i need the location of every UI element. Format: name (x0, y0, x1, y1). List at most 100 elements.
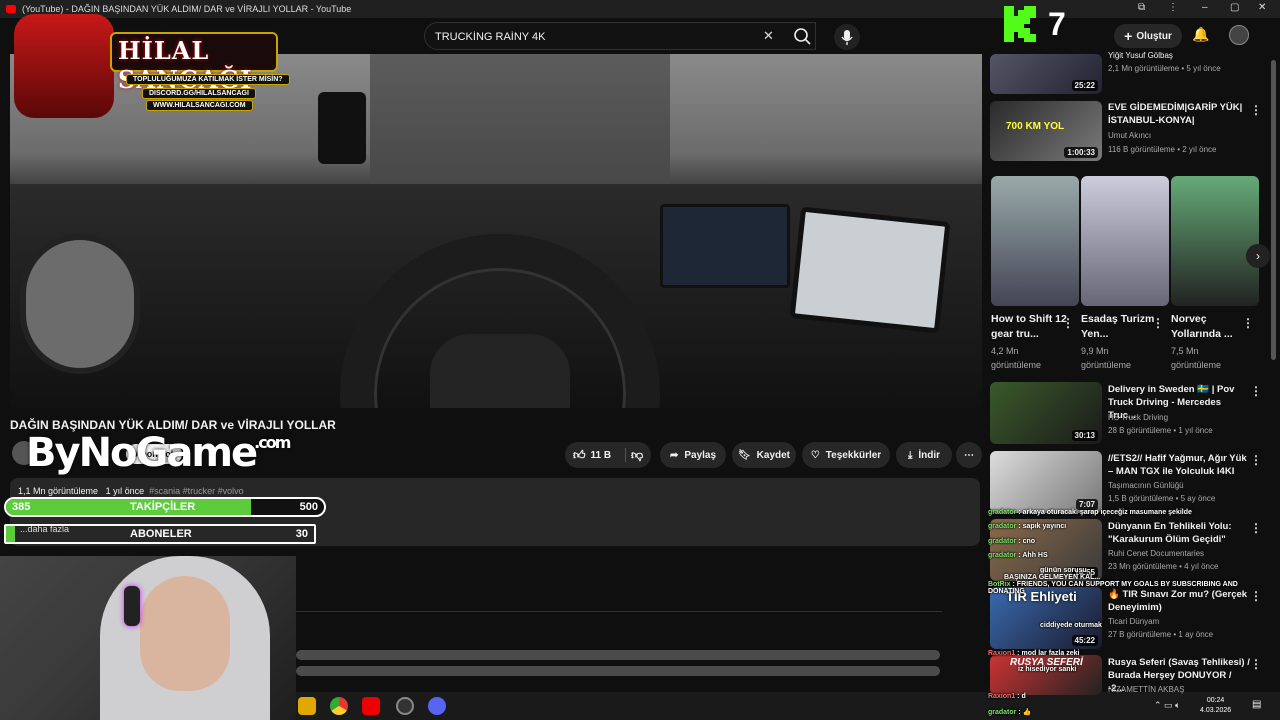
card-3-menu-icon[interactable]: ⋮ (1250, 521, 1262, 535)
card-0-channel[interactable]: Umut Akıncı (1108, 131, 1151, 140)
followers-goal-bar: 385 TAKİPÇİLER 500 (4, 497, 326, 517)
bookmark-icon: 🔖︎ (737, 449, 751, 461)
maximize-icon[interactable]: ▢ (1230, 2, 1239, 13)
notification-center-icon[interactable]: ▤ (1252, 699, 1261, 710)
card-1-channel[interactable]: HS Truck Driving (1108, 413, 1168, 422)
menu-icon[interactable]: ⋮ (1168, 2, 1178, 13)
heart-dollar-icon: ♡ (810, 449, 820, 461)
skeleton-line-2 (296, 666, 940, 676)
card-2-channel[interactable]: Taşımacının Günlüğü (1108, 481, 1184, 490)
logo-line-2: DISCORD.GG/HILALSANCAGI (142, 88, 256, 99)
card-5-thumbnail[interactable]: RUSYA SEFERİ (990, 655, 1102, 695)
thumbs-up-icon: 👍︎ (573, 447, 586, 462)
logo-line-1: TOPLULUĞUMUZA KATILMAK İSTER MİSİN? (126, 74, 290, 85)
obs-icon[interactable] (396, 697, 414, 715)
short-1-title[interactable]: Esadaş Turizm Yen... (1081, 312, 1159, 342)
top-card-thumbnail[interactable]: 25:22 (990, 54, 1102, 94)
card-4-channel[interactable]: Ticari Dünyam (1108, 617, 1159, 626)
thanks-button[interactable]: ♡ Teşekkürler (802, 442, 890, 468)
subscribers-goal-fill (6, 526, 16, 542)
card-0-title[interactable]: EVE GİDEMEDİM|GARİP YÜK| İSTANBUL-KONYA| (1108, 101, 1250, 127)
short-0-views-label: görüntüleme (991, 360, 1042, 370)
bynogame-logo: ByNoGame.com (26, 430, 291, 476)
bynogame-com: .com (254, 433, 291, 452)
upload-age: 1 yıl önce (105, 486, 145, 496)
card-5-channel[interactable]: NİZAMETTİN AKBAŞ (1108, 685, 1184, 694)
short-0-views-count: 4,2 Mn (991, 346, 1019, 356)
sidebar-scrollbar[interactable] (1271, 60, 1276, 360)
card-1-menu-icon[interactable]: ⋮ (1250, 384, 1262, 398)
hashtags[interactable]: #scania #trucker #volvo (149, 486, 244, 496)
chat-message: BotRix : FRIENDS, YOU CAN SUPPORT MY GOA… (988, 581, 1238, 595)
like-button[interactable]: 👍︎ 11 B (573, 448, 611, 463)
plus-icon: + (1124, 28, 1133, 44)
like-dislike-group: 👍︎ 11 B 👎︎ (565, 442, 651, 468)
card-2-thumbnail[interactable]: 7:07 (990, 451, 1102, 513)
chat-text: arkaya oturacak. şarap içeceğiz masumane… (1022, 509, 1192, 516)
card-1-meta: 28 B görüntüleme • 1 yıl önce (1108, 426, 1213, 435)
short-1-views-label: görüntüleme (1081, 360, 1132, 370)
short-0-title[interactable]: How to Shift 12 gear tru... (991, 312, 1069, 342)
short-2-thumbnail[interactable] (1171, 176, 1259, 306)
download-button[interactable]: ⤓ İndir (896, 442, 952, 468)
short-2-title[interactable]: Norveç Yollarında ... (1171, 312, 1249, 342)
search-box[interactable]: ✕ (424, 22, 816, 50)
tray-icons[interactable]: ⌃ ▭ 🔈︎ (1154, 700, 1180, 711)
card-2-menu-icon[interactable]: ⋮ (1250, 453, 1262, 467)
short-1-thumbnail[interactable] (1081, 176, 1169, 306)
search-button[interactable] (786, 22, 818, 50)
top-card-duration: 25:22 (1071, 80, 1098, 91)
chat-text: d (1021, 693, 1026, 700)
dislike-button-icon[interactable]: 👎︎ (631, 448, 643, 463)
chat-user: gradator (988, 523, 1017, 530)
streamer-webcam (0, 556, 296, 720)
youtube-taskbar-icon[interactable] (362, 697, 380, 715)
short-2-views-count: 7,5 Mn (1171, 346, 1199, 356)
card-3-channel[interactable]: Ruhi Cenet Documentaries (1108, 549, 1204, 558)
card-1-thumbnail[interactable]: 30:13 (990, 382, 1102, 444)
share-button[interactable]: ➦ Paylaş (660, 442, 726, 468)
chat-text: mod lar fazla zeki (1021, 650, 1080, 657)
card-0-thumbnail[interactable]: 700 KM YOL 1:00:33 (990, 101, 1102, 161)
more-actions-button[interactable]: ⋯ (956, 442, 982, 468)
voice-search-button[interactable] (834, 24, 860, 50)
short-0-thumbnail[interactable] (991, 176, 1079, 306)
create-button[interactable]: + Oluştur (1114, 24, 1182, 48)
headphones-icon (124, 586, 140, 626)
chat-message: ciddiyede oturmak (1040, 622, 1102, 629)
chrome-icon[interactable] (330, 697, 348, 715)
close-window-icon[interactable]: ✕ (1258, 2, 1266, 13)
short-1-menu-icon[interactable]: ⋮ (1152, 316, 1164, 330)
card-3-title[interactable]: Dünyanın En Tehlikeli Yolu: "Karakurum Ö… (1108, 520, 1250, 546)
webcam-face (140, 576, 230, 691)
kick-k-icon (1004, 6, 1036, 42)
card-2-title[interactable]: //ETS2// Hafif Yağmur, Ağır Yük – MAN TG… (1108, 452, 1250, 478)
save-button[interactable]: 🔖︎ Kaydet (732, 442, 796, 468)
card-5-menu-icon[interactable]: ⋮ (1250, 657, 1262, 671)
search-input[interactable] (435, 28, 755, 46)
logo-title: HİLAL SANCAĞI (118, 36, 251, 94)
card-0-menu-icon[interactable]: ⋮ (1250, 103, 1262, 117)
discord-icon[interactable] (428, 697, 446, 715)
extensions-icon[interactable]: ⧉ (1138, 2, 1145, 13)
card-4-thumbnail[interactable]: TIR Ehliyeti 45:22 (990, 587, 1102, 649)
bynogame-text: ByNoGame (26, 430, 258, 476)
avatar[interactable] (1229, 25, 1249, 45)
short-2-menu-icon[interactable]: ⋮ (1242, 316, 1254, 330)
chat-message: Raxion1 : mod lar fazla zeki (988, 650, 1080, 657)
card-2-meta: 1,5 B görüntüleme • 5 ay önce (1108, 494, 1216, 503)
minimize-icon[interactable]: – (1202, 2, 1208, 13)
clear-search-icon[interactable]: ✕ (763, 28, 774, 44)
chat-text: 👍 (1022, 709, 1032, 716)
chat-user: gradator (988, 509, 1017, 516)
system-clock[interactable]: 00:24 4.03.2026 (1200, 696, 1231, 716)
file-explorer-icon[interactable] (298, 697, 316, 715)
notifications-bell-icon[interactable]: 🔔 (1192, 26, 1209, 43)
short-0-menu-icon[interactable]: ⋮ (1062, 316, 1074, 330)
chat-text: FRIENDS, YOU CAN SUPPORT MY GOALS BY SUB… (988, 581, 1238, 595)
shorts-next-button[interactable]: › (1246, 244, 1270, 268)
top-card-channel[interactable]: Yiğit Yusuf Gölbaş (1108, 51, 1173, 60)
short-0-views: 4,2 Mn görüntüleme (991, 344, 1041, 372)
skeleton-line-1 (296, 650, 940, 660)
chat-message: BAŞINIZA GELMEYEN KAL... (1004, 574, 1100, 581)
